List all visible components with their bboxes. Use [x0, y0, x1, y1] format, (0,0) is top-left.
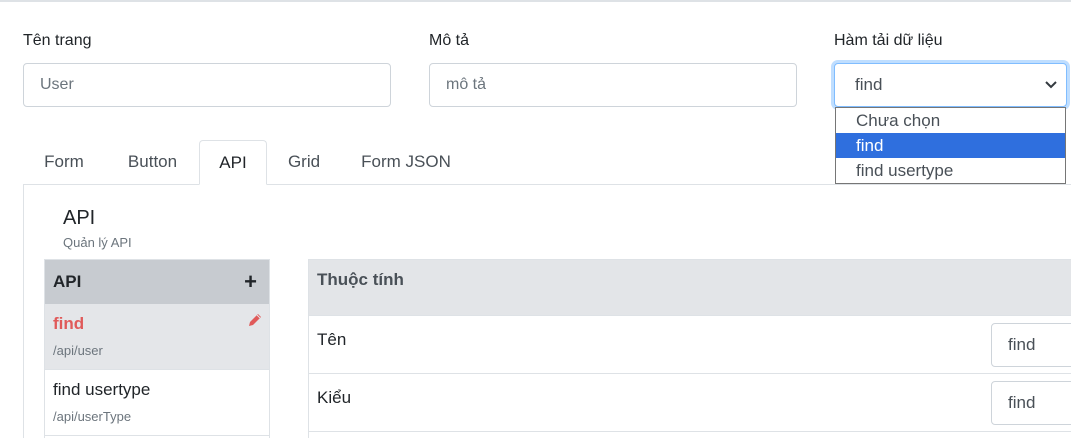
loader-select-value: find: [855, 75, 883, 94]
api-section-subtitle: Quản lý API: [63, 235, 132, 250]
loader-dropdown: Chưa chọn find find usertype: [835, 107, 1066, 184]
tab-form-json[interactable]: Form JSON: [345, 140, 467, 185]
pencil-icon[interactable]: [247, 312, 263, 328]
property-label: Tên: [317, 330, 347, 349]
api-item-name: find usertype: [53, 380, 151, 399]
chevron-down-icon: [1045, 81, 1057, 89]
api-list-header-label: API: [53, 272, 82, 291]
properties-header: Thuộc tính: [309, 259, 1071, 316]
tab-api[interactable]: API: [199, 140, 267, 185]
dropdown-option-selected[interactable]: find: [836, 133, 1065, 158]
plus-icon[interactable]: +: [244, 260, 257, 304]
top-divider: [0, 0, 1071, 2]
api-section-title: API: [63, 207, 96, 229]
page-name-label: Tên trang: [23, 32, 92, 49]
api-list: API + find /api/user find usertype /api/…: [44, 259, 270, 438]
description-input[interactable]: mô tả: [429, 63, 797, 107]
dropdown-option[interactable]: Chưa chọn: [836, 108, 1065, 133]
table-row: Tên find: [309, 316, 1071, 374]
api-item-name: find: [53, 314, 85, 333]
property-input[interactable]: find: [991, 323, 1071, 367]
tab-button[interactable]: Button: [108, 140, 197, 185]
page-name-input[interactable]: User: [23, 63, 391, 107]
api-item-path: /api/userType: [53, 409, 132, 424]
api-item-path: /api/user: [53, 343, 103, 358]
table-row: Kiểu find: [309, 374, 1071, 432]
tab-grid[interactable]: Grid: [270, 140, 338, 185]
dropdown-option[interactable]: find usertype: [836, 158, 1065, 183]
properties-table: Thuộc tính Tên find Kiểu find: [308, 259, 1071, 438]
property-label: Kiểu: [317, 388, 352, 407]
api-list-item[interactable]: find /api/user: [45, 304, 269, 370]
property-input[interactable]: find: [991, 381, 1071, 425]
loader-label: Hàm tải dữ liệu: [834, 32, 943, 49]
loader-select[interactable]: find: [834, 63, 1067, 107]
api-list-header: API +: [45, 260, 269, 304]
tab-form[interactable]: Form: [23, 140, 105, 185]
api-list-item[interactable]: find usertype /api/userType: [45, 370, 269, 436]
description-label: Mô tả: [429, 32, 470, 49]
